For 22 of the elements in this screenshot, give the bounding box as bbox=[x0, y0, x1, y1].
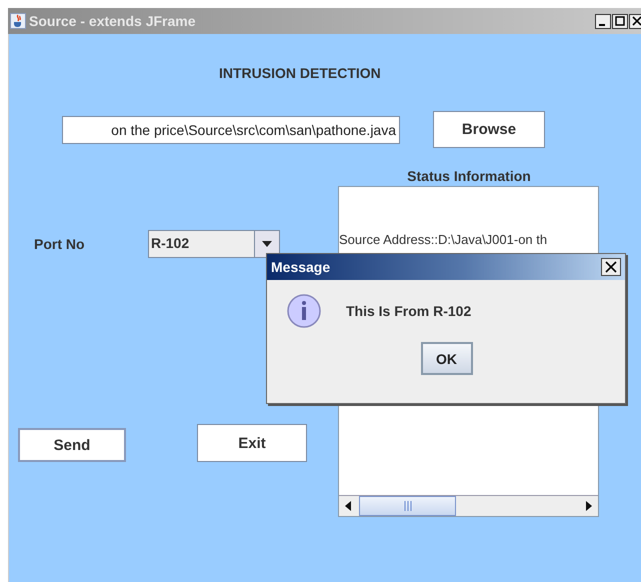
status-text: Source Address::D:\Java\J001-on th bbox=[339, 232, 548, 247]
browse-button[interactable]: Browse bbox=[433, 111, 545, 148]
exit-button[interactable]: Exit bbox=[197, 424, 307, 462]
form-heading: INTRUSION DETECTION bbox=[219, 64, 382, 83]
close-icon[interactable] bbox=[629, 14, 641, 28]
minimize-icon[interactable] bbox=[595, 14, 611, 28]
maximize-icon[interactable] bbox=[612, 14, 628, 28]
port-label: Port No bbox=[34, 236, 86, 252]
ok-button[interactable]: OK bbox=[420, 342, 472, 375]
cup-icon bbox=[10, 13, 26, 29]
info-icon bbox=[286, 293, 322, 329]
scroll-thumb[interactable] bbox=[359, 496, 456, 516]
dialog-message: This Is From R-102 bbox=[346, 303, 472, 319]
horizontal-scrollbar[interactable] bbox=[339, 495, 598, 516]
window-title: Source - extends JFrame bbox=[29, 13, 197, 29]
close-icon[interactable] bbox=[601, 258, 621, 276]
path-field[interactable]: on the price\Source\src\com\san\pathone.java bbox=[62, 116, 400, 144]
port-dropdown[interactable]: R-102 bbox=[148, 230, 280, 258]
send-button[interactable]: Send bbox=[18, 428, 126, 462]
caret-icon[interactable] bbox=[262, 241, 272, 247]
dialog-title: Message bbox=[271, 259, 330, 275]
status-label: Status Information bbox=[406, 168, 532, 186]
